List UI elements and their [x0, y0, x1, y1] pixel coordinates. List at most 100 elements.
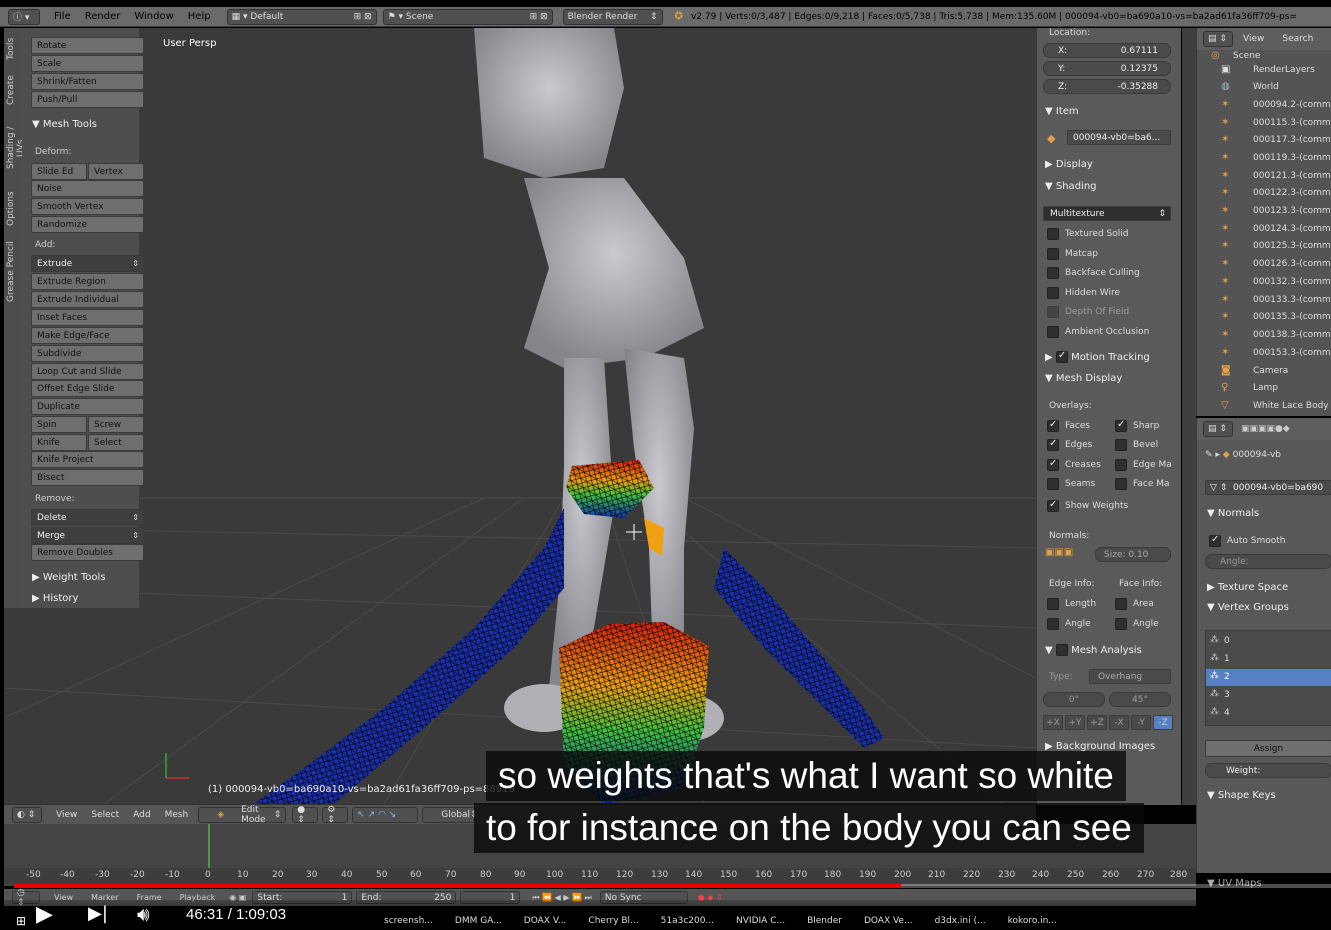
bevel-checkbox[interactable]	[1115, 439, 1127, 451]
taskbar-item[interactable]: DOAX V...	[524, 916, 567, 926]
shape-keys-header[interactable]: ▼ Shape Keys	[1207, 790, 1276, 801]
merge-dropdown[interactable]: Merge ⇕	[31, 527, 144, 544]
display-header[interactable]: ▶ Display	[1045, 159, 1093, 170]
randomize-button[interactable]: Randomize	[31, 216, 144, 233]
outliner-row[interactable]: ✶ 000121.3-(comm	[1197, 168, 1331, 185]
taskbar-item[interactable]: d3dx.ini (...	[935, 916, 986, 926]
mesh-tools-header[interactable]: ▼ Mesh Tools	[32, 119, 97, 130]
viewport-shading-select[interactable]: ● ⇕	[292, 805, 319, 825]
shading-header[interactable]: ▼ Shading	[1045, 181, 1097, 192]
render-engine-select[interactable]: Blender Render ⇕	[562, 8, 663, 25]
mesh-analysis-checkbox[interactable]	[1055, 644, 1068, 656]
auto-smooth-angle-field[interactable]: Angle:	[1205, 554, 1331, 569]
3d-cursor[interactable]	[626, 524, 642, 540]
menu-help[interactable]: Help	[188, 11, 211, 22]
location-y-field[interactable]: Y: 0.12375	[1043, 61, 1171, 76]
menu-window[interactable]: Window	[134, 11, 173, 22]
outliner-row[interactable]: ✶ 000119.3-(comm	[1197, 150, 1331, 167]
creases-checkbox[interactable]	[1047, 458, 1059, 471]
loop-cut-slide-button[interactable]: Loop Cut and Slide	[31, 363, 144, 380]
inset-faces-button[interactable]: Inset Faces	[31, 309, 144, 326]
outliner-row[interactable]: ✶ 000138.3-(comm	[1197, 327, 1331, 344]
backface-culling-checkbox[interactable]	[1047, 267, 1059, 279]
overhang-min-field[interactable]: 0°	[1043, 692, 1105, 707]
tab-create[interactable]: Create	[6, 72, 20, 108]
windows-start-icon[interactable]: ⊞	[16, 914, 26, 928]
offset-edge-slide-button[interactable]: Offset Edge Slide	[31, 380, 144, 397]
ambient-occlusion-checkbox[interactable]	[1047, 326, 1059, 338]
outliner-row[interactable]: ✶ 000133.3-(comm	[1197, 292, 1331, 309]
normals-display-icons[interactable]: ▣▣▣	[1045, 547, 1073, 558]
taskbar-item[interactable]: DOAX Ve...	[864, 916, 913, 926]
screen-layout-select[interactable]: ▦ ▾ Default ⊞ ⊠	[226, 8, 377, 25]
area-checkbox[interactable]	[1115, 598, 1127, 610]
outliner-row[interactable]: ◙ Camera	[1197, 363, 1331, 380]
outliner-row[interactable]: ✶ 000126.3-(comm	[1197, 256, 1331, 273]
axis-plus-y-button[interactable]: +Y	[1065, 715, 1085, 730]
history-header[interactable]: ▶ History	[32, 593, 78, 604]
sharp-checkbox[interactable]	[1115, 419, 1127, 432]
face-marks-checkbox[interactable]	[1115, 478, 1127, 490]
extrude-region-button[interactable]: Extrude Region	[31, 273, 144, 290]
outliner-row[interactable]: ✶ 000122.3-(comm	[1197, 185, 1331, 202]
mesh-display-header[interactable]: ▼ Mesh Display	[1045, 373, 1122, 384]
assign-button[interactable]: Assign	[1205, 740, 1331, 757]
vertex-group-row[interactable]: ⁂ 1	[1206, 651, 1331, 668]
extrude-dropdown[interactable]: Extrude ⇕	[31, 255, 144, 272]
outliner-row[interactable]: ✶ 000123.3-(comm	[1197, 203, 1331, 220]
properties-editor-type-button[interactable]: ▤ ⇕	[1203, 421, 1233, 437]
location-x-field[interactable]: X: 0.67111	[1043, 43, 1171, 58]
outliner-row[interactable]: ▽ White Lace Body	[1197, 398, 1331, 415]
outliner-row[interactable]: ✶ 000135.3-(comm	[1197, 309, 1331, 326]
item-name-field[interactable]: 000094-vb0=ba6...	[1067, 130, 1171, 145]
outliner-row[interactable]: ✶ 000117.3-(comm	[1197, 132, 1331, 149]
vertex-group-row-selected[interactable]: ⁂ 2	[1206, 669, 1331, 686]
subdivide-button[interactable]: Subdivide	[31, 345, 144, 362]
matcap-checkbox[interactable]	[1047, 248, 1059, 260]
smooth-vertex-button[interactable]: Smooth Vertex	[31, 198, 144, 215]
outliner-row[interactable]: ✶ 000125.3-(comm	[1197, 238, 1331, 255]
mode-select[interactable]: ◈ Edit Mode ⇕	[198, 805, 287, 825]
weight-tools-header[interactable]: ▶ Weight Tools	[32, 572, 106, 583]
knife-button[interactable]: Knife	[31, 434, 87, 451]
outliner-row[interactable]: ◍ World	[1197, 79, 1331, 96]
mesh-menu[interactable]: Mesh	[165, 810, 189, 820]
taskbar-item[interactable]: kokoro.in...	[1008, 916, 1057, 926]
normals-size-field[interactable]: Size: 0.10	[1095, 547, 1171, 562]
outliner-row[interactable]: ♀ Lamp	[1197, 380, 1331, 397]
axis-minus-x-button[interactable]: -X	[1109, 715, 1129, 730]
outliner-editor-type-button[interactable]: ▤ ⇕	[1203, 31, 1233, 47]
outliner-row[interactable]: ✶ 000153.3-(comm	[1197, 345, 1331, 362]
shrink-fatten-button[interactable]: Shrink/Fatten	[31, 73, 144, 90]
overhang-max-field[interactable]: 45°	[1109, 692, 1171, 707]
tab-grease-pencil[interactable]: Grease Pencil	[6, 240, 20, 304]
vertex-group-row[interactable]: ⁂ 3	[1206, 687, 1331, 704]
vertex-group-row[interactable]: ⁂ 0	[1206, 633, 1331, 650]
taskbar-item[interactable]: NVIDIA C...	[736, 916, 785, 926]
menu-file[interactable]: File	[54, 11, 71, 22]
shading-mode-select[interactable]: Multitexture ⇕	[1043, 206, 1171, 221]
noise-button[interactable]: Noise	[31, 180, 144, 197]
tab-tools[interactable]: Tools	[6, 34, 20, 64]
vertex-groups-header[interactable]: ▼ Vertex Groups	[1207, 602, 1289, 613]
show-weights-checkbox[interactable]	[1047, 499, 1059, 512]
rotate-button[interactable]: Rotate	[31, 37, 144, 54]
info-editor-type-button[interactable]: ⓘ ▾	[8, 8, 40, 25]
bisect-button[interactable]: Bisect	[31, 469, 144, 486]
orientation-select[interactable]: Global⇕	[422, 806, 478, 823]
pivot-point-select[interactable]: ⚙ ⇕	[322, 805, 349, 825]
outliner-row[interactable]: ✶ 000115.3-(comm	[1197, 115, 1331, 132]
axis-plus-z-button[interactable]: +Z	[1087, 715, 1107, 730]
hidden-wire-checkbox[interactable]	[1047, 287, 1059, 299]
tab-shading-uvs[interactable]: Shading / UVs	[6, 118, 26, 178]
mesh-analysis-header[interactable]: ▼ Mesh Analysis	[1045, 644, 1142, 656]
edge-angle-checkbox[interactable]	[1047, 618, 1059, 630]
seams-checkbox[interactable]	[1047, 478, 1059, 490]
screw-button[interactable]: Screw	[88, 416, 144, 433]
select-menu[interactable]: Select	[91, 810, 119, 820]
current-frame-marker[interactable]	[208, 824, 210, 868]
motion-tracking-header[interactable]: ▶ Motion Tracking	[1045, 350, 1150, 363]
outliner-row[interactable]: ✶ 000132.3-(comm	[1197, 274, 1331, 291]
tab-options[interactable]: Options	[6, 188, 20, 230]
taskbar-item[interactable]: DMM GA...	[455, 916, 502, 926]
